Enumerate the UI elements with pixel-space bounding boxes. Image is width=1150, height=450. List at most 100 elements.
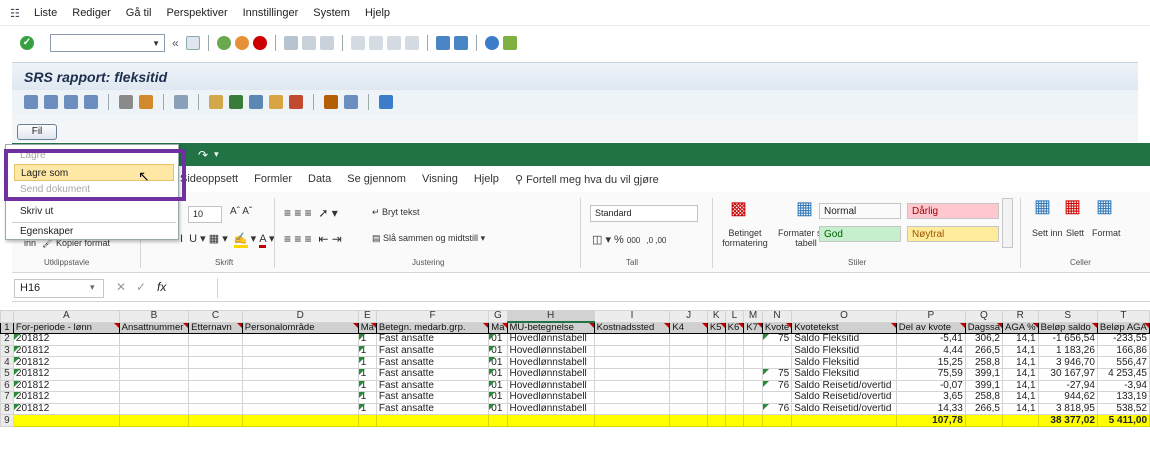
layout-select-icon[interactable] bbox=[344, 95, 358, 109]
cell[interactable] bbox=[706, 391, 726, 404]
cell[interactable] bbox=[743, 402, 763, 416]
cell[interactable] bbox=[724, 333, 745, 346]
cell[interactable]: -233,55 bbox=[1096, 333, 1150, 346]
cell[interactable]: 01 bbox=[488, 344, 508, 358]
total-belop-saldo[interactable]: 38 377,02 bbox=[1037, 414, 1098, 427]
function-icon[interactable]: fx bbox=[157, 280, 166, 294]
cell[interactable]: 1 183,26 bbox=[1037, 344, 1098, 358]
info-icon[interactable] bbox=[379, 95, 393, 109]
cell[interactable] bbox=[706, 367, 726, 381]
cell[interactable]: Hovedlønnstabell bbox=[506, 379, 595, 393]
format-table-icon[interactable]: ▦ bbox=[796, 198, 813, 219]
cell[interactable] bbox=[241, 344, 359, 358]
cell[interactable]: 556,47 bbox=[1096, 356, 1150, 369]
cell[interactable]: 166,86 bbox=[1096, 344, 1150, 358]
format-cells-button[interactable]: Format bbox=[1092, 228, 1121, 238]
cell[interactable]: 266,5 bbox=[964, 402, 1003, 416]
column-header-h[interactable]: H bbox=[506, 310, 595, 324]
cell[interactable] bbox=[118, 391, 190, 404]
cell[interactable]: Fast ansatte bbox=[375, 379, 490, 393]
cell[interactable]: Saldo Reisetid/overtid bbox=[791, 379, 897, 393]
font-size-select[interactable]: 10 bbox=[188, 206, 222, 223]
filter-icon[interactable] bbox=[64, 95, 78, 109]
cell[interactable]: Fast ansatte bbox=[375, 356, 490, 369]
cell[interactable]: Fast ansatte bbox=[375, 344, 490, 358]
tell-me-search[interactable]: ⚲ Fortell meg hva du vil gjøre bbox=[515, 173, 659, 186]
cell[interactable] bbox=[241, 379, 359, 393]
cell[interactable]: 14,1 bbox=[1001, 379, 1039, 393]
cell[interactable]: 258,8 bbox=[964, 391, 1003, 404]
row-header[interactable]: 8 bbox=[0, 402, 14, 416]
cell[interactable] bbox=[118, 367, 190, 381]
column-header-i[interactable]: I bbox=[593, 310, 671, 323]
sort-asc-icon[interactable] bbox=[24, 95, 38, 109]
cell[interactable] bbox=[593, 379, 671, 393]
header-cell[interactable]: Ma bbox=[488, 321, 508, 335]
cell[interactable]: 75,59 bbox=[895, 367, 966, 381]
cancel-formula-icon[interactable]: ✕ bbox=[116, 280, 126, 294]
cell[interactable] bbox=[593, 344, 671, 358]
cell[interactable] bbox=[241, 391, 359, 404]
cell[interactable]: 201812 bbox=[12, 344, 120, 358]
column-header-g[interactable]: G bbox=[488, 310, 508, 323]
cell[interactable]: 201812 bbox=[12, 356, 120, 369]
column-header-a[interactable]: A bbox=[12, 310, 120, 323]
redo-icon[interactable]: ↷ bbox=[198, 148, 208, 162]
cell[interactable] bbox=[724, 379, 745, 393]
back-icon[interactable]: « bbox=[172, 36, 179, 50]
cell[interactable]: 76 bbox=[761, 402, 793, 416]
formula-input[interactable] bbox=[217, 278, 1147, 298]
cell[interactable] bbox=[593, 391, 671, 404]
shortcut-icon[interactable] bbox=[453, 36, 468, 50]
last-page-icon[interactable] bbox=[404, 36, 419, 50]
cell[interactable]: Saldo Reisetid/overtid bbox=[791, 391, 897, 404]
cell[interactable] bbox=[593, 356, 671, 369]
cell[interactable] bbox=[669, 344, 708, 358]
header-cell[interactable]: K5 bbox=[706, 321, 726, 335]
cell[interactable]: 01 bbox=[488, 367, 508, 381]
confirm-formula-icon[interactable]: ✓ bbox=[136, 280, 146, 294]
cell[interactable] bbox=[188, 402, 243, 416]
header-cell[interactable]: For-periode - lønn bbox=[12, 321, 120, 335]
number-format-select[interactable]: Standard bbox=[590, 205, 698, 222]
tab-formler[interactable]: Formler bbox=[254, 173, 292, 185]
cell[interactable]: 1 bbox=[357, 402, 377, 416]
conditional-format-icon[interactable]: ▩ bbox=[730, 198, 747, 219]
cell[interactable]: -1 656,54 bbox=[1037, 333, 1098, 346]
style-noytral[interactable]: Nøytral bbox=[907, 226, 999, 242]
select-all-corner[interactable] bbox=[0, 310, 14, 323]
insert-cells-icon[interactable]: ▦ bbox=[1034, 196, 1051, 217]
header-cell[interactable]: Kvote bbox=[761, 321, 793, 335]
cell[interactable]: 4 253,45 bbox=[1096, 367, 1150, 381]
cell[interactable] bbox=[188, 333, 243, 346]
column-header-n[interactable]: N bbox=[761, 310, 793, 323]
cell[interactable] bbox=[761, 391, 793, 404]
cell[interactable]: 14,1 bbox=[1001, 402, 1039, 416]
insert-cells-button[interactable]: Sett inn bbox=[1032, 228, 1063, 238]
cell[interactable] bbox=[743, 356, 763, 369]
next-page-icon[interactable] bbox=[386, 36, 401, 50]
cell[interactable]: 201812 bbox=[12, 391, 120, 404]
cell[interactable]: 201812 bbox=[12, 379, 120, 393]
cell[interactable]: -5,41 bbox=[895, 333, 966, 346]
cell[interactable] bbox=[669, 333, 708, 346]
header-cell[interactable]: Etternavn bbox=[188, 321, 243, 335]
cell[interactable] bbox=[761, 344, 793, 358]
cell[interactable]: 15,25 bbox=[895, 356, 966, 369]
delete-cells-icon[interactable]: ▦ bbox=[1064, 196, 1081, 217]
cell[interactable]: -3,94 bbox=[1096, 379, 1150, 393]
wrap-text-button[interactable]: ↵ Bryt tekst bbox=[372, 207, 420, 218]
header-cell[interactable]: Ma bbox=[357, 321, 377, 335]
cell[interactable] bbox=[118, 344, 190, 358]
cell[interactable] bbox=[743, 333, 763, 346]
number-format-icons[interactable]: ◫ ▾ % 000 ,0 ,00 bbox=[592, 233, 666, 246]
delete-cells-button[interactable]: Slett bbox=[1066, 228, 1084, 238]
column-header-l[interactable]: L bbox=[724, 310, 745, 323]
cell[interactable] bbox=[118, 379, 190, 393]
cell[interactable]: 306,2 bbox=[964, 333, 1003, 346]
cell[interactable] bbox=[761, 356, 793, 369]
header-cell[interactable]: K7 bbox=[743, 321, 763, 335]
cell[interactable] bbox=[188, 356, 243, 369]
save-icon[interactable] bbox=[185, 36, 200, 50]
header-cell[interactable]: Ansattnummer bbox=[118, 321, 190, 335]
